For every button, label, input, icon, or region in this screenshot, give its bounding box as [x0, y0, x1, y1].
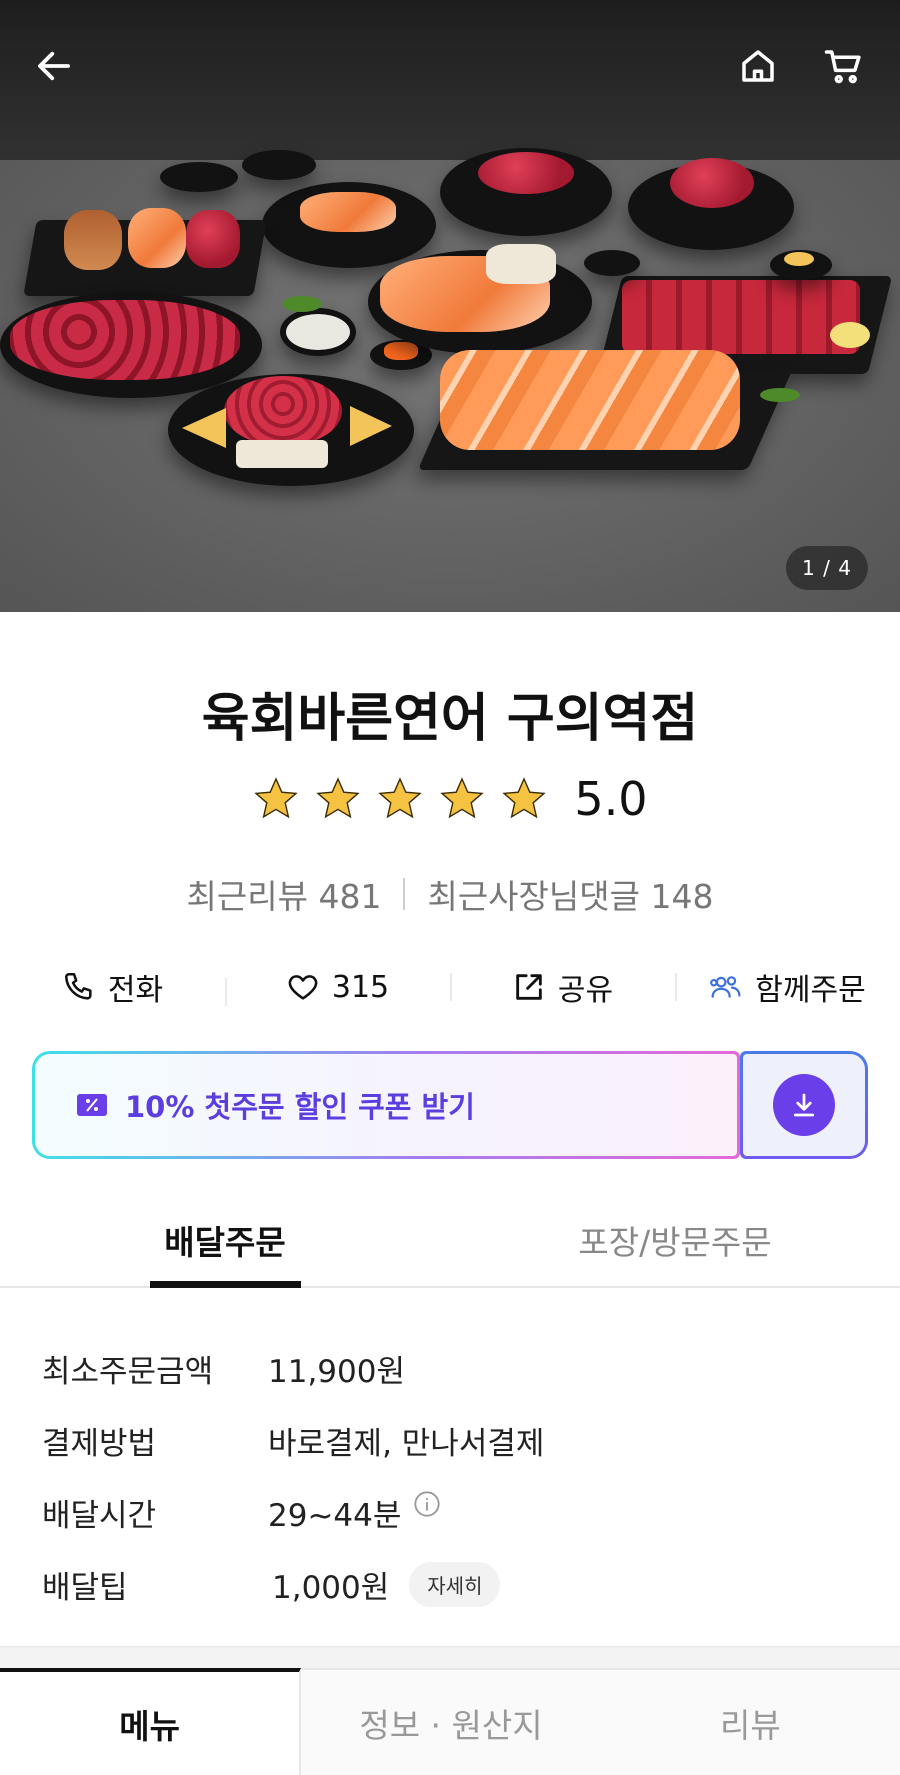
coupon-download-button[interactable]	[740, 1051, 868, 1159]
section-divider	[0, 1646, 900, 1668]
coupon-text: 10% 첫주문 할인 쿠폰 받기	[125, 1090, 475, 1124]
group-users-icon	[710, 976, 741, 998]
share-button[interactable]: 공유	[450, 965, 675, 1009]
cart-icon	[824, 50, 861, 84]
tab-reviews[interactable]: 리뷰	[600, 1668, 900, 1775]
tab-menu[interactable]: 메뉴	[0, 1668, 302, 1775]
group-order-button[interactable]: 함께주문	[675, 965, 900, 1009]
tab-delivery-order[interactable]: 배달주문	[0, 1208, 450, 1288]
home-button[interactable]	[730, 38, 786, 94]
tab-delivery-label: 배달주문	[164, 1223, 286, 1262]
star-icon	[316, 777, 361, 819]
hero-food-image[interactable]: 1 / 4	[0, 0, 900, 612]
coupon-claim-area[interactable]: 10% 첫주문 할인 쿠폰 받기	[32, 1051, 740, 1159]
like-count: 315	[331, 969, 390, 1005]
delivery-details: 최소주문금액 11,900원 결제방법 바로결제, 만나서결제 배달시간 29~…	[42, 1332, 862, 1620]
delivery-time-label: 배달시간	[42, 1497, 157, 1534]
share-label: 공유	[557, 973, 614, 1008]
owner-replies-link[interactable]: 최근사장님댓글 148	[427, 870, 713, 918]
coupon-ticket-icon	[77, 1094, 107, 1116]
rating-value: 5.0	[574, 772, 648, 826]
call-button[interactable]: 전화	[0, 965, 225, 1009]
active-tab-indicator	[150, 1281, 301, 1288]
divider	[403, 878, 406, 910]
star-icon	[502, 777, 547, 819]
order-type-tabs: 배달주문 포장/방문주문	[0, 1208, 900, 1288]
delivery-time-group: 29~44분	[268, 1490, 441, 1535]
phone-icon	[64, 972, 92, 1000]
min-order-row: 최소주문금액 11,900원	[42, 1332, 862, 1404]
star-icon	[378, 777, 423, 819]
min-order-label: 최소주문금액	[42, 1353, 214, 1390]
star-icon	[254, 777, 299, 819]
coupon-banner: 10% 첫주문 할인 쿠폰 받기	[32, 1051, 868, 1159]
star-icon	[440, 777, 485, 819]
home-icon	[742, 50, 774, 82]
delivery-time-row: 배달시간 29~44분	[42, 1476, 862, 1548]
store-name: 육회바른연어 구의역점	[201, 689, 699, 749]
share-icon	[516, 974, 542, 1000]
payment-label: 결제방법	[42, 1425, 157, 1462]
hero-navigation-bar	[0, 0, 900, 130]
delivery-tip-group: 1,000원 자세히	[268, 1561, 501, 1607]
image-page-indicator: 1 / 4	[786, 546, 868, 590]
delivery-tip-label: 배달팁	[42, 1569, 128, 1606]
group-order-label: 함께주문	[755, 973, 866, 1008]
like-button[interactable]: 315	[225, 969, 450, 1006]
download-circle	[773, 1074, 835, 1136]
payment-row: 결제방법 바로결제, 만나서결제	[42, 1404, 862, 1476]
cart-button[interactable]	[816, 38, 872, 94]
tab-info-origin[interactable]: 정보 · 원산지	[301, 1668, 601, 1775]
call-label: 전화	[107, 973, 164, 1008]
tab-pickup-label: 포장/방문주문	[578, 1223, 772, 1262]
min-order-value: 11,900원	[268, 1353, 405, 1390]
store-content-tabs: 메뉴 정보 · 원산지 리뷰	[0, 1668, 900, 1775]
delivery-tip-detail-button[interactable]: 자세히	[409, 1561, 501, 1607]
download-icon	[793, 1093, 815, 1117]
payment-value: 바로결제, 만나서결제	[268, 1425, 545, 1462]
tab-pickup-order[interactable]: 포장/방문주문	[450, 1208, 900, 1286]
review-summary: 최근리뷰 481 최근사장님댓글 148	[0, 870, 900, 918]
rating-row[interactable]: 5.0	[0, 772, 900, 826]
back-button[interactable]	[26, 38, 82, 94]
delivery-time-value: 29~44분	[268, 1497, 402, 1534]
heart-icon	[288, 975, 318, 1000]
delivery-tip-value: 1,000원	[272, 1569, 390, 1606]
back-arrow-icon	[38, 51, 70, 81]
recent-reviews-link[interactable]: 최근리뷰 481	[187, 870, 382, 918]
info-icon[interactable]	[413, 1490, 441, 1518]
delivery-tip-row: 배달팁 1,000원 자세히	[42, 1548, 862, 1620]
store-actions: 전화 315 공유 함께주문	[0, 952, 900, 1022]
